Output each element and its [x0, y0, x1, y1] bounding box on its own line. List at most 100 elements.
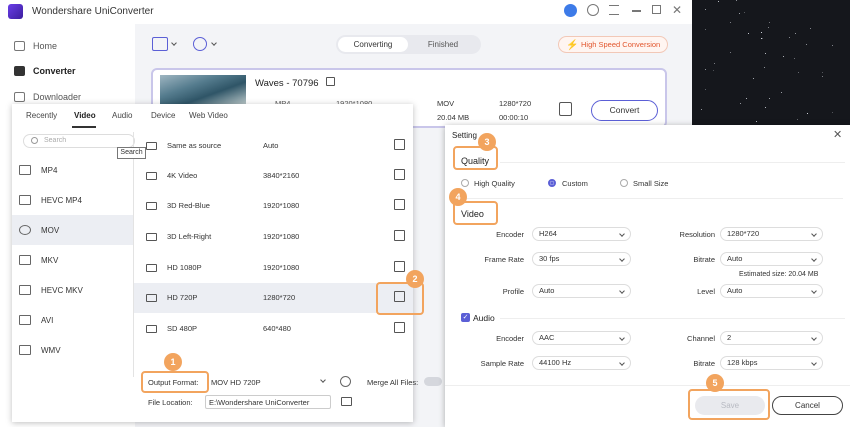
format-item[interactable]: MOV	[12, 215, 133, 245]
preset-row[interactable]: Same as source Auto	[134, 131, 413, 161]
audio-bitrate-label: Bitrate	[693, 359, 715, 368]
output-format-select[interactable]: MOV HD 720P	[211, 378, 261, 387]
star-dot	[752, 78, 754, 80]
audio-bitrate-select[interactable]: 128 kbps	[720, 356, 823, 370]
channel-label: Channel	[687, 334, 715, 343]
frame-rate-select[interactable]: 30 fps	[532, 252, 631, 266]
star-dot	[705, 69, 707, 71]
edit-icon[interactable]	[394, 199, 405, 210]
edit-icon[interactable]	[394, 322, 405, 333]
edit-icon[interactable]	[394, 261, 405, 272]
bitrate-select[interactable]: Auto	[720, 252, 823, 266]
resolution-label: Resolution	[679, 230, 715, 239]
audio-heading: Audio	[473, 313, 495, 323]
star-dot	[789, 36, 791, 38]
home-icon	[14, 41, 25, 51]
search-input[interactable]: Search	[23, 134, 135, 148]
close-icon[interactable]: ✕	[833, 128, 842, 141]
star-dot	[730, 51, 732, 53]
merge-toggle[interactable]	[424, 377, 442, 386]
high-speed-conversion-toggle[interactable]: ⚡ High Speed Conversion	[558, 36, 668, 53]
maximize-icon[interactable]	[652, 5, 661, 14]
preset-row[interactable]: 4K Video 3840*2160	[134, 161, 413, 191]
format-item[interactable]: HEVC MKV	[12, 275, 133, 305]
sidebar-item-converter[interactable]: Converter	[14, 66, 76, 76]
preset-row[interactable]: 3D Left-Right 1920*1080	[134, 222, 413, 252]
menu-icon[interactable]	[609, 5, 619, 15]
format-settings-icon[interactable]	[340, 376, 351, 387]
preset-row-selected[interactable]: HD 720P 1280*720	[134, 283, 413, 313]
star-dot	[745, 98, 747, 100]
tab-device[interactable]: Device	[151, 111, 175, 120]
step-badge-1: 1	[164, 353, 182, 371]
tab-video[interactable]: Video	[74, 111, 96, 120]
format-item[interactable]: MKV	[12, 245, 133, 275]
title-bar: Wondershare UniConverter ✕	[0, 0, 692, 24]
edit-icon[interactable]	[394, 139, 405, 150]
minimize-icon[interactable]	[632, 10, 641, 12]
preset-row[interactable]: SD 480P 640*480	[134, 314, 413, 344]
format-item[interactable]: MP4	[12, 155, 133, 185]
sidebar-item-downloader[interactable]: Downloader	[14, 92, 81, 102]
radio-custom[interactable]	[548, 179, 556, 187]
tab-web-video[interactable]: Web Video	[189, 111, 228, 120]
video-file-icon	[19, 285, 31, 295]
divider	[445, 385, 850, 386]
search-icon	[31, 137, 38, 144]
video-icon	[146, 294, 157, 302]
preset-row[interactable]: 3D Red-Blue 1920*1080	[134, 191, 413, 221]
format-item[interactable]: WMV	[12, 335, 133, 365]
add-media-button[interactable]	[193, 37, 207, 51]
star-dot	[760, 38, 762, 39]
resolution-select[interactable]: 1280*720	[720, 227, 823, 241]
level-select[interactable]: Auto	[720, 284, 823, 298]
format-label: HEVC MP4	[41, 195, 82, 205]
radio-high-quality[interactable]	[461, 179, 469, 187]
format-label: HEVC MKV	[41, 285, 83, 295]
video-thumbnail[interactable]	[160, 75, 246, 107]
radio-small-size[interactable]	[620, 179, 628, 187]
support-icon[interactable]	[587, 4, 599, 16]
sidebar-item-home[interactable]: Home	[14, 41, 57, 51]
star-dot	[704, 8, 706, 10]
audio-checkbox[interactable]: ✓	[461, 313, 470, 322]
star-dot	[740, 103, 742, 105]
tab-recently[interactable]: Recently	[26, 111, 57, 120]
divider	[500, 318, 845, 319]
settings-icon[interactable]	[559, 102, 572, 116]
cancel-button[interactable]: Cancel	[772, 396, 843, 415]
convert-button[interactable]: Convert	[591, 100, 658, 121]
tab-converting[interactable]: Converting	[338, 37, 408, 52]
preset-resolution: 1920*1080	[263, 232, 300, 241]
folder-icon[interactable]	[341, 397, 352, 406]
highlight-output-format	[141, 371, 209, 393]
close-window-icon[interactable]: ✕	[672, 3, 682, 17]
preset-name: SD 480P	[167, 324, 198, 333]
edit-name-icon[interactable]	[326, 77, 335, 86]
tab-finished[interactable]: Finished	[408, 37, 478, 52]
format-item[interactable]: HEVC MP4	[12, 185, 133, 215]
star-dot	[768, 97, 770, 99]
profile-select[interactable]: Auto	[532, 284, 631, 298]
sample-rate-label: Sample Rate	[480, 359, 524, 368]
file-location-select[interactable]: E:\Wondershare UniConverter	[205, 395, 331, 409]
preset-row[interactable]: HD 1080P 1920*1080	[134, 253, 413, 283]
account-icon[interactable]	[564, 4, 577, 17]
estimated-size: Estimated size: 20.04 MB	[739, 271, 819, 278]
channel-select[interactable]: 2	[720, 331, 823, 345]
tab-audio[interactable]: Audio	[112, 111, 132, 120]
edit-icon[interactable]	[394, 169, 405, 180]
encoder-select[interactable]: H264	[532, 227, 631, 241]
star-dot	[704, 29, 706, 31]
preset-resolution: 1920*1080	[263, 263, 300, 272]
format-item[interactable]: AVI	[12, 305, 133, 335]
star-dot	[762, 38, 764, 40]
edit-icon[interactable]	[394, 230, 405, 241]
add-files-button[interactable]	[152, 37, 168, 51]
search-tooltip: Search	[117, 147, 146, 159]
audio-encoder-select[interactable]: AAC	[532, 331, 631, 345]
sample-rate-select[interactable]: 44100 Hz	[532, 356, 631, 370]
target-duration: 00:00:10	[499, 113, 529, 122]
star-dot	[821, 75, 823, 77]
view-switcher: Converting Finished	[336, 35, 481, 54]
